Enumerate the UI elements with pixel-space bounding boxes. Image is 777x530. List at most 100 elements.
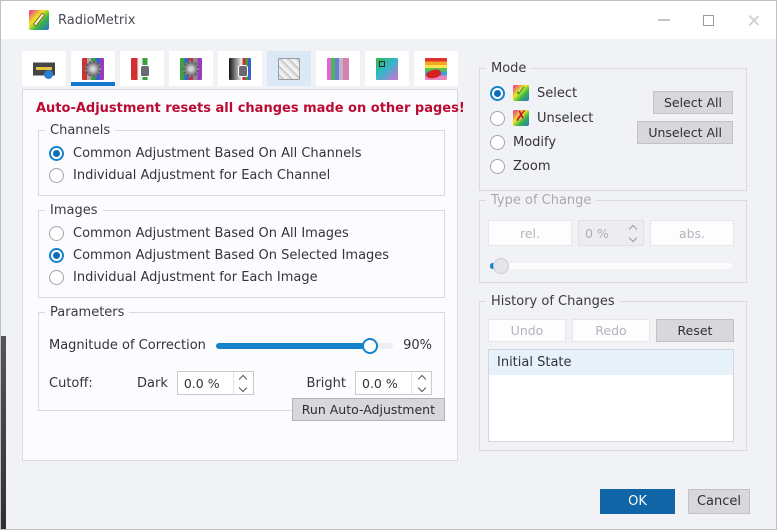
type-of-change-group-label: Type of Change (486, 193, 596, 208)
type-of-change-group: Type of Change rel. 0 % abs. (479, 193, 747, 283)
spin-up-icon[interactable] (239, 374, 247, 382)
absolute-button[interactable]: abs. (650, 220, 734, 246)
texture-icon (278, 58, 300, 80)
history-buttons: Undo Redo Reset (488, 319, 734, 342)
maximize-button[interactable] (686, 1, 731, 39)
maximize-icon (703, 15, 714, 26)
gradient-square-icon (376, 58, 398, 80)
history-list[interactable]: Initial State (488, 349, 734, 442)
radio-common-all-channels[interactable]: Common Adjustment Based On All Channels (45, 142, 434, 164)
spin-down-icon[interactable] (629, 233, 637, 241)
radio-individual-each-channel[interactable]: Individual Adjustment for Each Channel (45, 164, 434, 186)
cutoff-label: Cutoff: (49, 376, 137, 391)
square-outline-icon (379, 61, 385, 67)
radio-button-icon[interactable] (490, 135, 505, 150)
magnitude-label: Magnitude of Correction (49, 338, 206, 353)
ok-button[interactable]: OK (600, 489, 675, 514)
spin-up-icon[interactable] (417, 374, 425, 382)
history-group-label: History of Changes (486, 294, 620, 309)
titlebar: RadioMetrix (1, 1, 776, 39)
radio-button-icon[interactable] (49, 270, 64, 285)
cutoff-row: Cutoff: Dark 0.0 % Bright 0.0 % (49, 371, 432, 395)
reset-button[interactable]: Reset (656, 319, 734, 342)
tab-2-active[interactable] (71, 51, 115, 86)
undo-button[interactable]: Undo (488, 319, 566, 342)
bright-cutoff-value[interactable]: 0.0 % (356, 372, 411, 394)
magnitude-value: 90% (403, 338, 432, 353)
close-button[interactable] (731, 1, 776, 39)
select-all-button[interactable]: Select All (653, 91, 733, 114)
radio-label: Common Adjustment Based On Selected Imag… (73, 248, 389, 263)
spin-down-icon[interactable] (417, 383, 425, 391)
projector-icon-dot (44, 70, 53, 79)
magnitude-slider[interactable] (216, 343, 393, 349)
radio-mode-zoom[interactable]: Zoom (488, 154, 736, 178)
radio-label: Common Adjustment Based On All Channels (73, 146, 362, 161)
gear-rgb2-icon (180, 58, 202, 80)
mode-modify-label: Modify (513, 135, 556, 150)
tab-4[interactable] (169, 51, 213, 86)
spin-up-icon[interactable] (629, 224, 637, 232)
tab-5[interactable] (218, 51, 262, 86)
redo-button[interactable]: Redo (572, 319, 650, 342)
run-auto-adjustment-button[interactable]: Run Auto-Adjustment (292, 398, 445, 421)
history-list-item[interactable]: Initial State (489, 350, 733, 375)
cancel-button[interactable]: Cancel (688, 489, 750, 514)
red-curve-icon (425, 68, 441, 79)
radio-label: Common Adjustment Based On All Images (73, 226, 349, 241)
magnitude-row: Magnitude of Correction 90% (49, 338, 432, 353)
mode-zoom-label: Zoom (513, 159, 550, 174)
auto-adjustment-page: Auto-Adjustment resets all changes made … (22, 89, 458, 461)
change-amount-value[interactable]: 0 % (579, 221, 623, 245)
minimize-icon (658, 19, 670, 21)
radio-common-all-images[interactable]: Common Adjustment Based On All Images (45, 222, 434, 244)
slider-thumb[interactable] (362, 338, 378, 354)
cross-icon: ✗ (513, 107, 529, 125)
images-group-label: Images (45, 203, 103, 218)
tab-1[interactable] (22, 51, 66, 86)
radio-button-selected-icon[interactable] (490, 86, 505, 101)
change-amount-slider[interactable] (490, 263, 732, 269)
radio-common-selected-images[interactable]: Common Adjustment Based On Selected Imag… (45, 244, 434, 266)
tab-8[interactable] (365, 51, 409, 86)
tab-6[interactable] (267, 51, 311, 86)
radiometrix-dialog-window: RadioMetrix Auto-Adjustment resets all c… (0, 0, 777, 530)
minimize-button[interactable] (641, 1, 686, 39)
slider-thumb[interactable] (493, 258, 509, 274)
radio-individual-each-image[interactable]: Individual Adjustment for Each Image (45, 266, 434, 288)
images-group: Images Common Adjustment Based On All Im… (38, 203, 445, 298)
relative-button[interactable]: rel. (488, 220, 572, 246)
tab-9[interactable] (414, 51, 458, 86)
history-group: History of Changes Undo Redo Reset Initi… (479, 294, 747, 451)
unselect-cross-icon: ✗ (513, 110, 529, 126)
bright-cutoff-spin-buttons[interactable] (411, 372, 431, 394)
radio-button-icon[interactable] (49, 226, 64, 241)
change-amount-spinbox[interactable]: 0 % (578, 220, 644, 246)
radio-button-icon[interactable] (490, 159, 505, 174)
hand-rgb-icon (131, 58, 153, 80)
slider-fill (216, 343, 370, 349)
select-check-icon: ✓ (513, 85, 529, 101)
tab-7[interactable] (316, 51, 360, 86)
dark-cutoff-value[interactable]: 0.0 % (178, 372, 233, 394)
bright-cutoff-spinbox[interactable]: 0.0 % (355, 371, 432, 395)
channels-group: Channels Common Adjustment Based On All … (38, 123, 445, 196)
change-amount-spin-buttons[interactable] (623, 221, 643, 245)
close-icon (747, 14, 760, 27)
hand-gradient-icon (229, 58, 251, 80)
unselect-all-button[interactable]: Unselect All (637, 121, 733, 144)
radio-button-icon[interactable] (49, 168, 64, 183)
dark-cutoff-spin-buttons[interactable] (233, 372, 253, 394)
radio-button-selected-icon[interactable] (49, 146, 64, 161)
dark-cutoff-spinbox[interactable]: 0.0 % (177, 371, 254, 395)
hand-icon (238, 65, 248, 77)
spin-down-icon[interactable] (239, 383, 247, 391)
mode-unselect-label: Unselect (537, 111, 593, 126)
mode-group-label: Mode (486, 61, 531, 76)
dark-label: Dark (137, 376, 168, 391)
radio-label: Individual Adjustment for Each Channel (73, 168, 330, 183)
radio-button-icon[interactable] (490, 111, 505, 126)
tab-3[interactable] (120, 51, 164, 86)
bright-label: Bright (307, 376, 346, 391)
radio-button-selected-icon[interactable] (49, 248, 64, 263)
